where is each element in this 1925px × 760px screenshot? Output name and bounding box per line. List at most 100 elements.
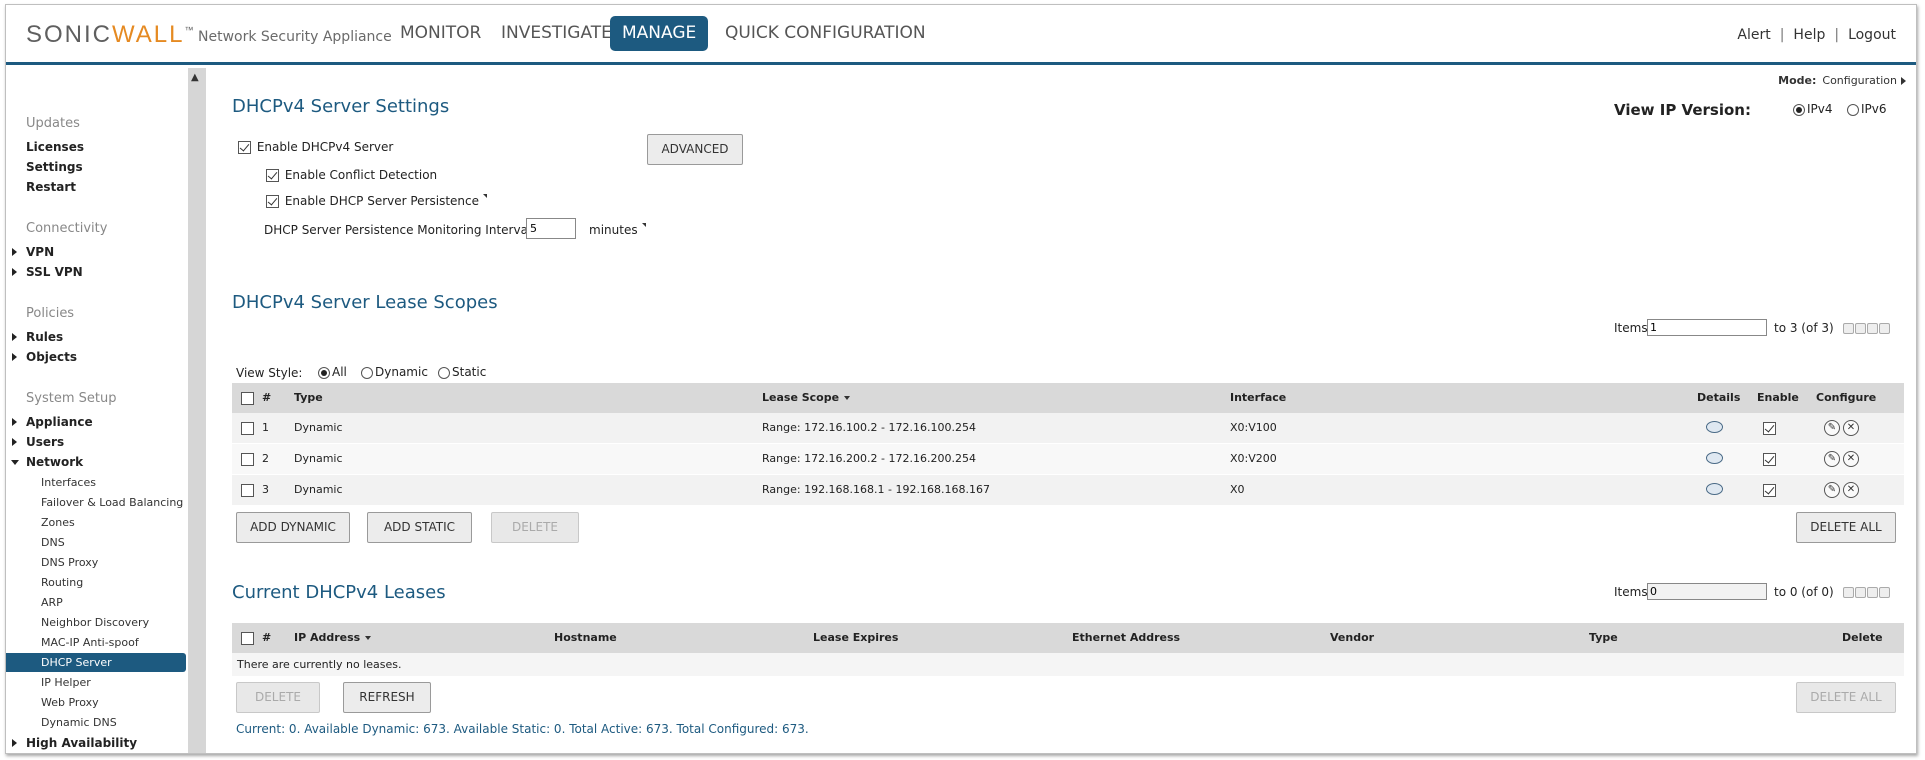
sidebar-item-objects[interactable]: Objects (11, 350, 77, 364)
add-static-button[interactable]: ADD STATIC (367, 512, 472, 543)
row-scope: Range: 172.16.100.2 - 172.16.100.254 (762, 421, 976, 434)
sidebar-item-network[interactable]: Network (10, 455, 83, 469)
row-enable-checkbox[interactable] (1763, 453, 1776, 466)
row-type: Dynamic (294, 452, 343, 465)
sidebar-item-settings[interactable]: Settings (26, 160, 83, 174)
view-static-radio[interactable]: Static (438, 365, 486, 379)
edit-icon[interactable]: ✎ (1824, 420, 1840, 436)
sidebar-item-licenses[interactable]: Licenses (26, 140, 84, 154)
delete-icon[interactable]: ✕ (1843, 451, 1859, 467)
view-dynamic-radio[interactable]: Dynamic (361, 365, 428, 379)
delete-icon[interactable]: ✕ (1843, 482, 1859, 498)
ipv6-radio[interactable]: IPv6 (1847, 102, 1887, 116)
logout-link[interactable]: Logout (1848, 27, 1896, 43)
sidebar-scrollbar[interactable]: ▲ (188, 68, 206, 753)
sidebar-sub-arp[interactable]: ARP (41, 596, 63, 609)
select-all-checkbox[interactable] (241, 392, 254, 405)
select-all-checkbox[interactable] (241, 632, 254, 645)
prev-page-icon[interactable] (1854, 323, 1866, 334)
sidebar-item-appliance[interactable]: Appliance (12, 415, 93, 429)
add-dynamic-button[interactable]: ADD DYNAMIC (236, 512, 350, 543)
row-checkbox[interactable] (241, 422, 254, 435)
row-type: Dynamic (294, 483, 343, 496)
col-hostname: Hostname (554, 631, 617, 644)
view-all-radio[interactable]: All (318, 365, 347, 379)
sidebar-sub-failover[interactable]: Failover & Load Balancing (41, 496, 183, 509)
sidebar-sub-dhcp-server[interactable]: DHCP Server (6, 653, 186, 672)
persistence-checkbox[interactable]: Enable DHCP Server Persistence (266, 194, 488, 208)
nav-monitor[interactable]: MONITOR (388, 16, 493, 51)
sidebar-item-high-availability[interactable]: High Availability (11, 736, 137, 750)
refresh-button[interactable]: REFRESH (343, 682, 431, 713)
row-checkbox[interactable] (241, 484, 254, 497)
sidebar-group-updates: Updates (26, 116, 80, 131)
sidebar-sub-mac-ip-anti-spoof[interactable]: MAC-IP Anti-spoof (41, 636, 139, 649)
nav-investigate[interactable]: INVESTIGATE (489, 16, 624, 51)
row-enable-checkbox[interactable] (1763, 484, 1776, 497)
sidebar-sub-ip-helper[interactable]: IP Helper (41, 676, 91, 689)
scopes-pager: Items (1614, 321, 1648, 335)
details-bubble-icon[interactable] (1706, 452, 1723, 464)
row-checkbox[interactable] (241, 453, 254, 466)
top-bar: SONICWALL™ Network Security Appliance MO… (6, 5, 1916, 65)
row-num: 3 (262, 483, 269, 496)
app-name: Network Security Appliance (198, 29, 392, 45)
sidebar-sub-dns-proxy[interactable]: DNS Proxy (41, 556, 98, 569)
ip-version-label: View IP Version: (1614, 101, 1751, 119)
tooltip-marker-icon (641, 223, 646, 227)
tooltip-marker-icon (483, 194, 488, 198)
col-details: Details (1697, 391, 1741, 404)
delete-scope-button[interactable]: DELETE (491, 512, 579, 543)
delete-all-scopes-button[interactable]: DELETE ALL (1796, 512, 1896, 543)
next-page-icon[interactable] (1866, 323, 1878, 334)
sidebar-item-ssl-vpn[interactable]: SSL VPN (12, 265, 83, 279)
empty-row: There are currently no leases. (232, 653, 1904, 677)
col-num: # (262, 391, 272, 404)
next-page-icon[interactable] (1866, 587, 1878, 598)
row-interface: X0:V100 (1230, 421, 1277, 434)
row-num: 1 (262, 421, 269, 434)
sidebar-sub-web-proxy[interactable]: Web Proxy (41, 696, 99, 709)
sidebar-sub-routing[interactable]: Routing (41, 576, 83, 589)
scopes-items-input[interactable] (1647, 319, 1767, 336)
sidebar-item-users[interactable]: Users (11, 435, 64, 449)
first-page-icon[interactable] (1842, 323, 1854, 334)
alert-link[interactable]: Alert (1737, 27, 1770, 43)
prev-page-icon[interactable] (1854, 587, 1866, 598)
edit-icon[interactable]: ✎ (1824, 451, 1840, 467)
leases-items-input[interactable] (1647, 583, 1767, 600)
last-page-icon[interactable] (1878, 587, 1890, 598)
view-style-label: View Style: (236, 366, 303, 380)
row-enable-checkbox[interactable] (1763, 422, 1776, 435)
help-link[interactable]: Help (1793, 27, 1825, 43)
sidebar-sub-neighbor-discovery[interactable]: Neighbor Discovery (41, 616, 149, 629)
scopes-table-header: # Type Lease Scope Interface Details Ena… (232, 383, 1904, 413)
details-bubble-icon[interactable] (1706, 421, 1723, 433)
mode-indicator[interactable]: Mode: Configuration (1778, 74, 1906, 87)
col-lease-scope[interactable]: Lease Scope (762, 383, 851, 413)
leases-table: # IP Address Hostname Lease Expires Ethe… (232, 623, 1904, 677)
interval-input[interactable] (526, 218, 576, 239)
delete-icon[interactable]: ✕ (1843, 420, 1859, 436)
ipv4-radio[interactable]: IPv4 (1793, 102, 1833, 116)
sidebar-item-restart[interactable]: Restart (26, 180, 76, 194)
sidebar-item-rules[interactable]: Rules (11, 330, 63, 344)
advanced-button[interactable]: ADVANCED (647, 134, 743, 165)
edit-icon[interactable]: ✎ (1824, 482, 1840, 498)
sidebar-sub-dynamic-dns[interactable]: Dynamic DNS (41, 716, 117, 729)
sidebar-sub-dns[interactable]: DNS (41, 536, 65, 549)
enable-dhcpv4-checkbox[interactable]: Enable DHCPv4 Server (238, 140, 393, 154)
delete-all-leases-button[interactable]: DELETE ALL (1796, 682, 1896, 713)
nav-quick-configuration[interactable]: QUICK CONFIGURATION (713, 16, 938, 51)
sidebar-sub-interfaces[interactable]: Interfaces (41, 476, 96, 489)
sidebar-sub-zones[interactable]: Zones (41, 516, 75, 529)
scroll-up-icon[interactable]: ▲ (191, 72, 199, 83)
details-bubble-icon[interactable] (1706, 483, 1723, 495)
nav-manage[interactable]: MANAGE (610, 16, 709, 51)
conflict-detection-checkbox[interactable]: Enable Conflict Detection (266, 168, 437, 182)
first-page-icon[interactable] (1842, 587, 1854, 598)
sidebar-item-vpn[interactable]: VPN (11, 245, 54, 259)
delete-lease-button[interactable]: DELETE (236, 682, 320, 713)
last-page-icon[interactable] (1878, 323, 1890, 334)
col-ip-address[interactable]: IP Address (294, 623, 372, 653)
